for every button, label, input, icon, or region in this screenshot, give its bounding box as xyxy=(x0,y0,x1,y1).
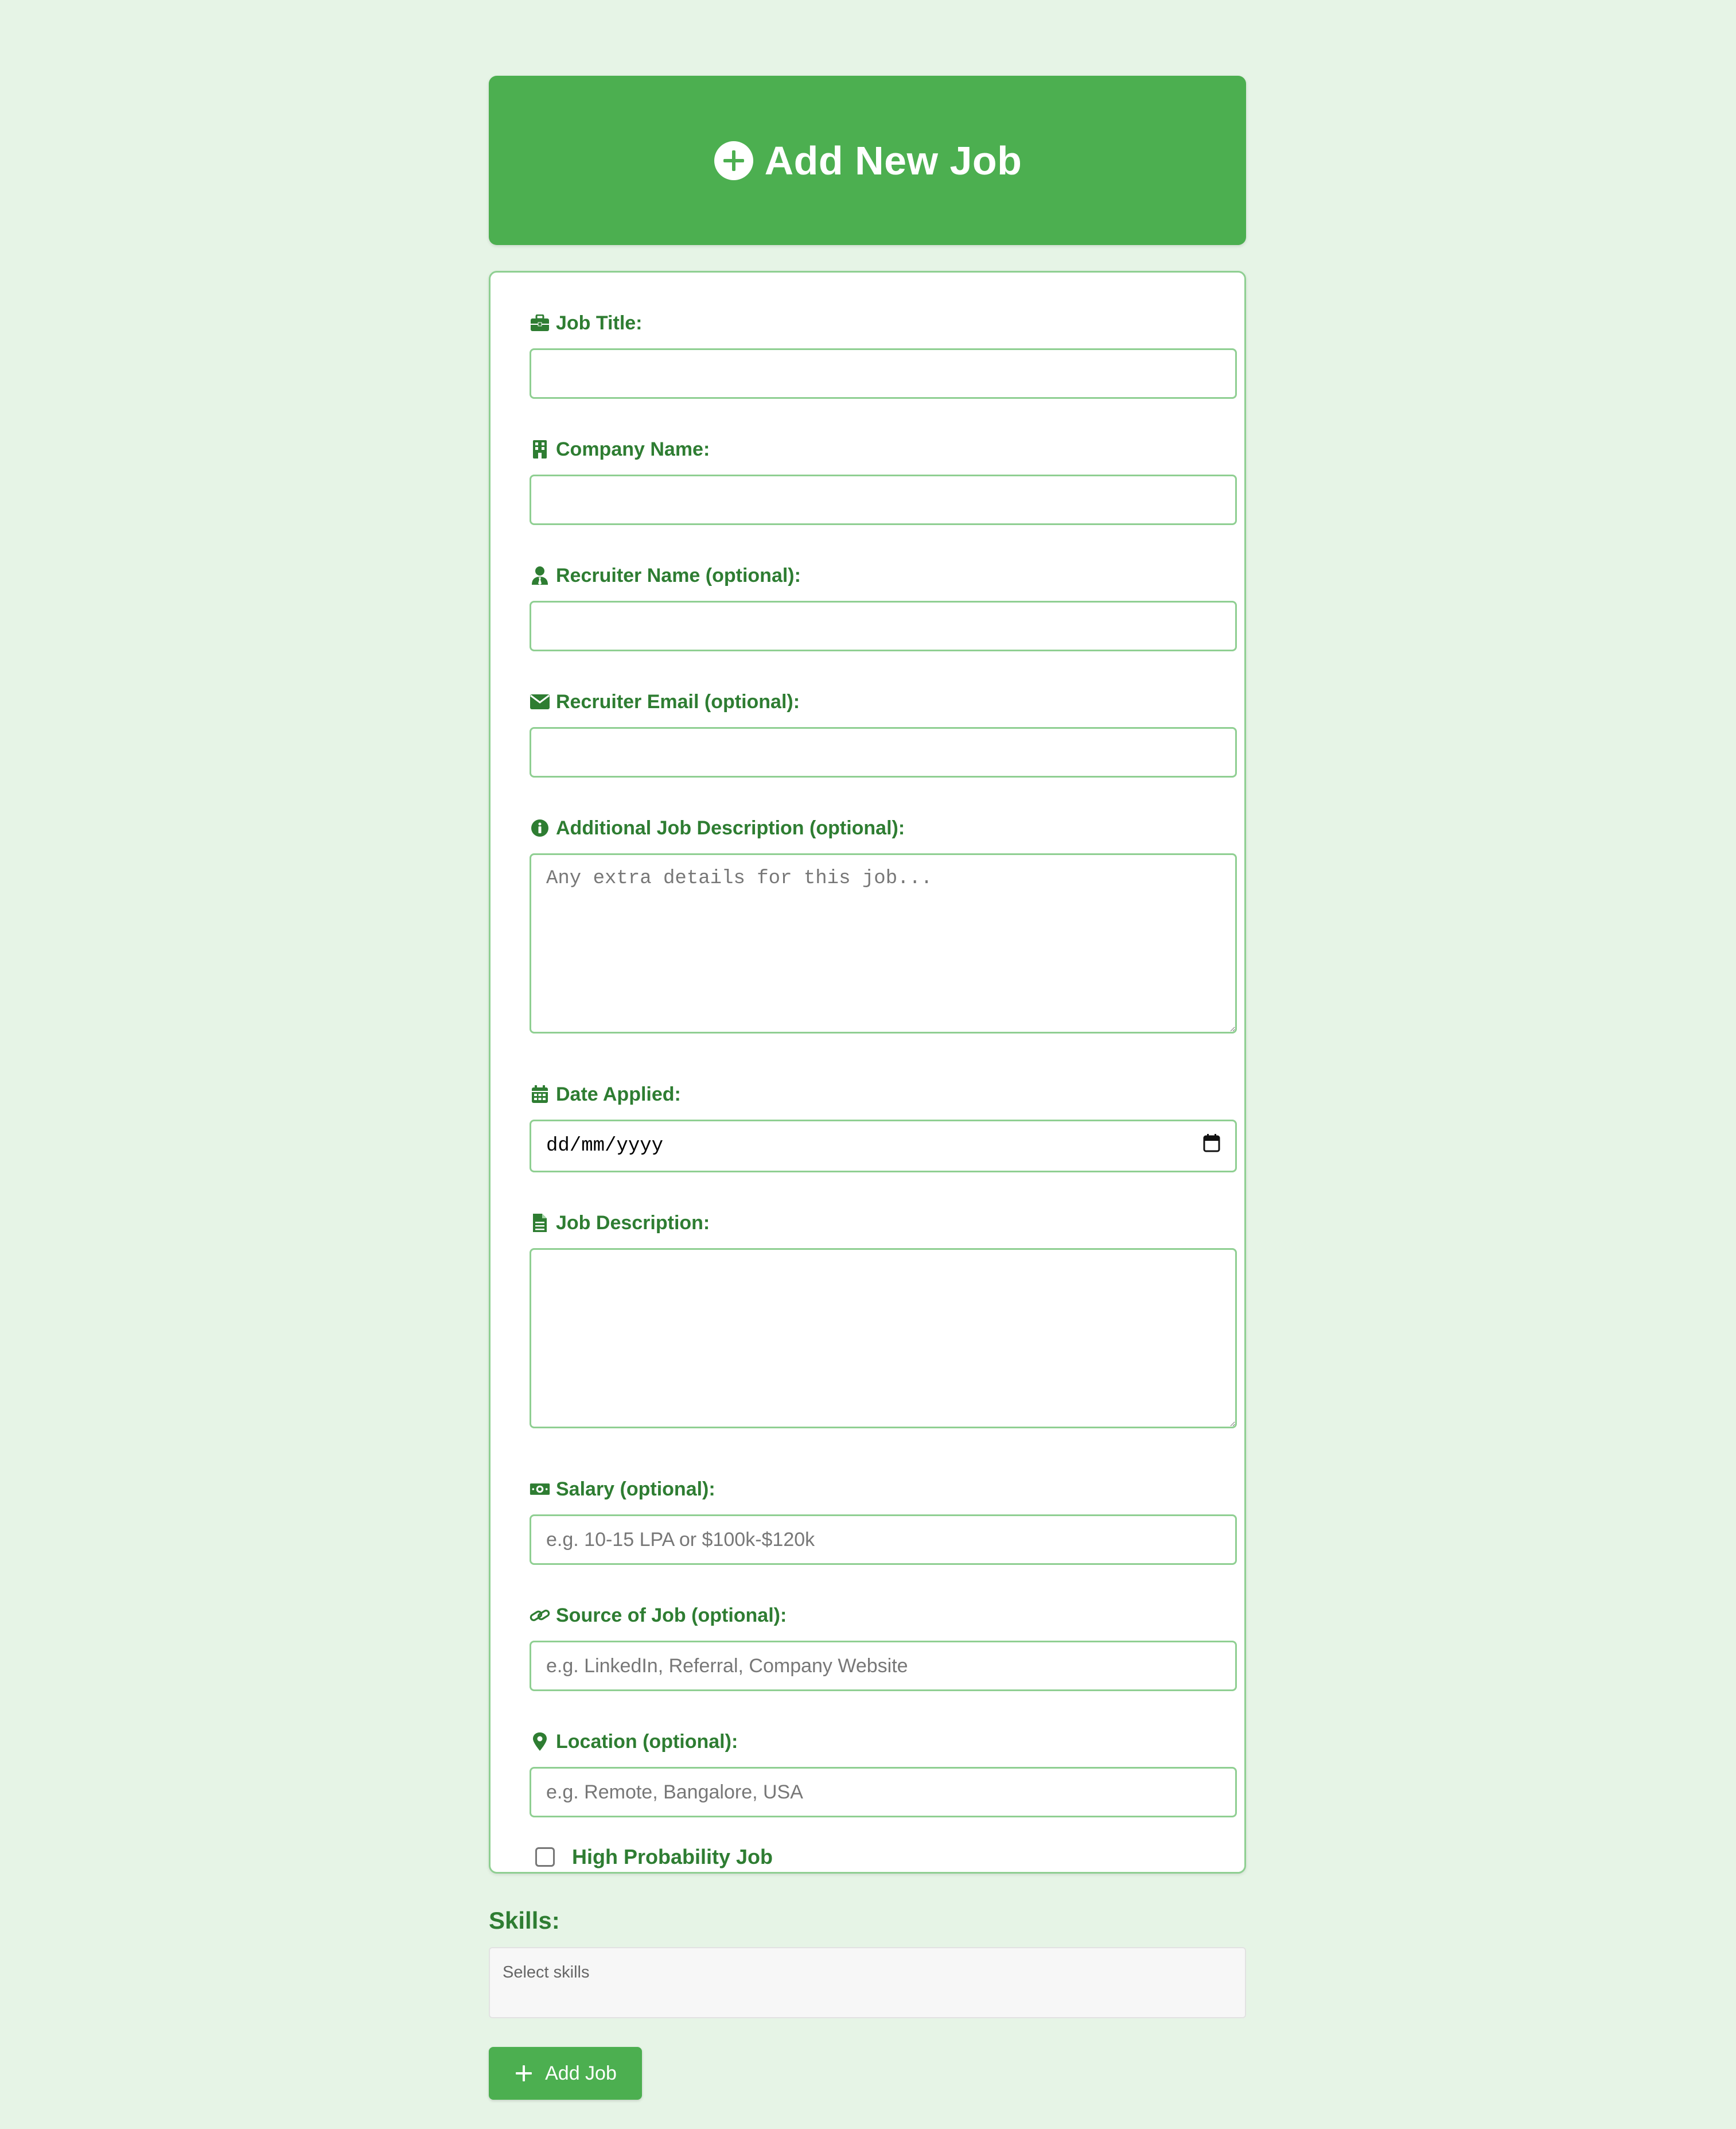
location-label: Location (optional): xyxy=(556,1730,738,1753)
add-job-label: Add Job xyxy=(545,2062,617,2084)
calendar-picker-icon[interactable] xyxy=(1203,1133,1220,1159)
skills-select[interactable]: Select skills xyxy=(489,1947,1246,2018)
recruiter-name-input[interactable] xyxy=(530,601,1237,651)
money-bill-icon xyxy=(530,1479,550,1499)
page-title: Add New Job xyxy=(764,138,1022,183)
source-input[interactable] xyxy=(530,1641,1237,1691)
link-icon xyxy=(530,1605,550,1626)
page-header: Add New Job xyxy=(489,76,1246,245)
info-circle-icon xyxy=(530,818,550,838)
job-title-label: Job Title: xyxy=(556,312,643,334)
plus-icon xyxy=(514,2064,534,2083)
recruiter-email-label: Recruiter Email (optional): xyxy=(556,690,800,713)
additional-description-label: Additional Job Description (optional): xyxy=(556,817,905,839)
job-title-field: Job Title: xyxy=(530,310,1237,399)
building-icon xyxy=(530,439,550,460)
recruiter-email-input[interactable] xyxy=(530,727,1237,778)
company-name-label: Company Name: xyxy=(556,438,710,460)
high-probability-row: High Probability Job xyxy=(535,1845,1205,1869)
file-icon xyxy=(530,1213,550,1233)
recruiter-name-label: Recruiter Name (optional): xyxy=(556,564,801,586)
date-placeholder: dd/mm/yyyy xyxy=(546,1135,664,1157)
job-title-input[interactable] xyxy=(530,348,1237,399)
additional-description-field: Additional Job Description (optional): xyxy=(530,815,1237,1034)
add-job-button[interactable]: Add Job xyxy=(489,2047,642,2100)
job-description-label: Job Description: xyxy=(556,1211,710,1234)
company-name-field: Company Name: xyxy=(530,437,1237,525)
calendar-icon xyxy=(530,1084,550,1105)
additional-description-textarea[interactable] xyxy=(530,853,1237,1034)
briefcase-icon xyxy=(530,313,550,333)
date-applied-field: Date Applied: dd/mm/yyyy xyxy=(530,1082,1237,1172)
location-input[interactable] xyxy=(530,1767,1237,1817)
recruiter-name-field: Recruiter Name (optional): xyxy=(530,563,1237,651)
job-form-card: Job Title: Company Name: Recruiter Name … xyxy=(489,271,1246,1874)
skills-placeholder: Select skills xyxy=(503,1963,590,1982)
salary-input[interactable] xyxy=(530,1514,1237,1565)
date-applied-label: Date Applied: xyxy=(556,1083,681,1105)
high-probability-checkbox[interactable] xyxy=(535,1847,555,1867)
plus-circle-icon xyxy=(713,140,754,181)
high-probability-label[interactable]: High Probability Job xyxy=(572,1845,773,1869)
company-name-input[interactable] xyxy=(530,475,1237,525)
envelope-icon xyxy=(530,691,550,712)
salary-label: Salary (optional): xyxy=(556,1478,715,1500)
skills-title: Skills: xyxy=(489,1907,560,1934)
map-marker-icon xyxy=(530,1731,550,1752)
job-description-field: Job Description: xyxy=(530,1210,1237,1428)
user-tie-icon xyxy=(530,565,550,586)
date-applied-input[interactable]: dd/mm/yyyy xyxy=(530,1120,1237,1172)
location-field: Location (optional): xyxy=(530,1729,1237,1817)
source-field: Source of Job (optional): xyxy=(530,1603,1237,1691)
salary-field: Salary (optional): xyxy=(530,1477,1237,1565)
page-container: Add New Job Job Title: Company Name: Rec… xyxy=(489,76,1246,2100)
source-label: Source of Job (optional): xyxy=(556,1604,787,1626)
job-description-textarea[interactable] xyxy=(530,1248,1237,1428)
recruiter-email-field: Recruiter Email (optional): xyxy=(530,689,1237,778)
